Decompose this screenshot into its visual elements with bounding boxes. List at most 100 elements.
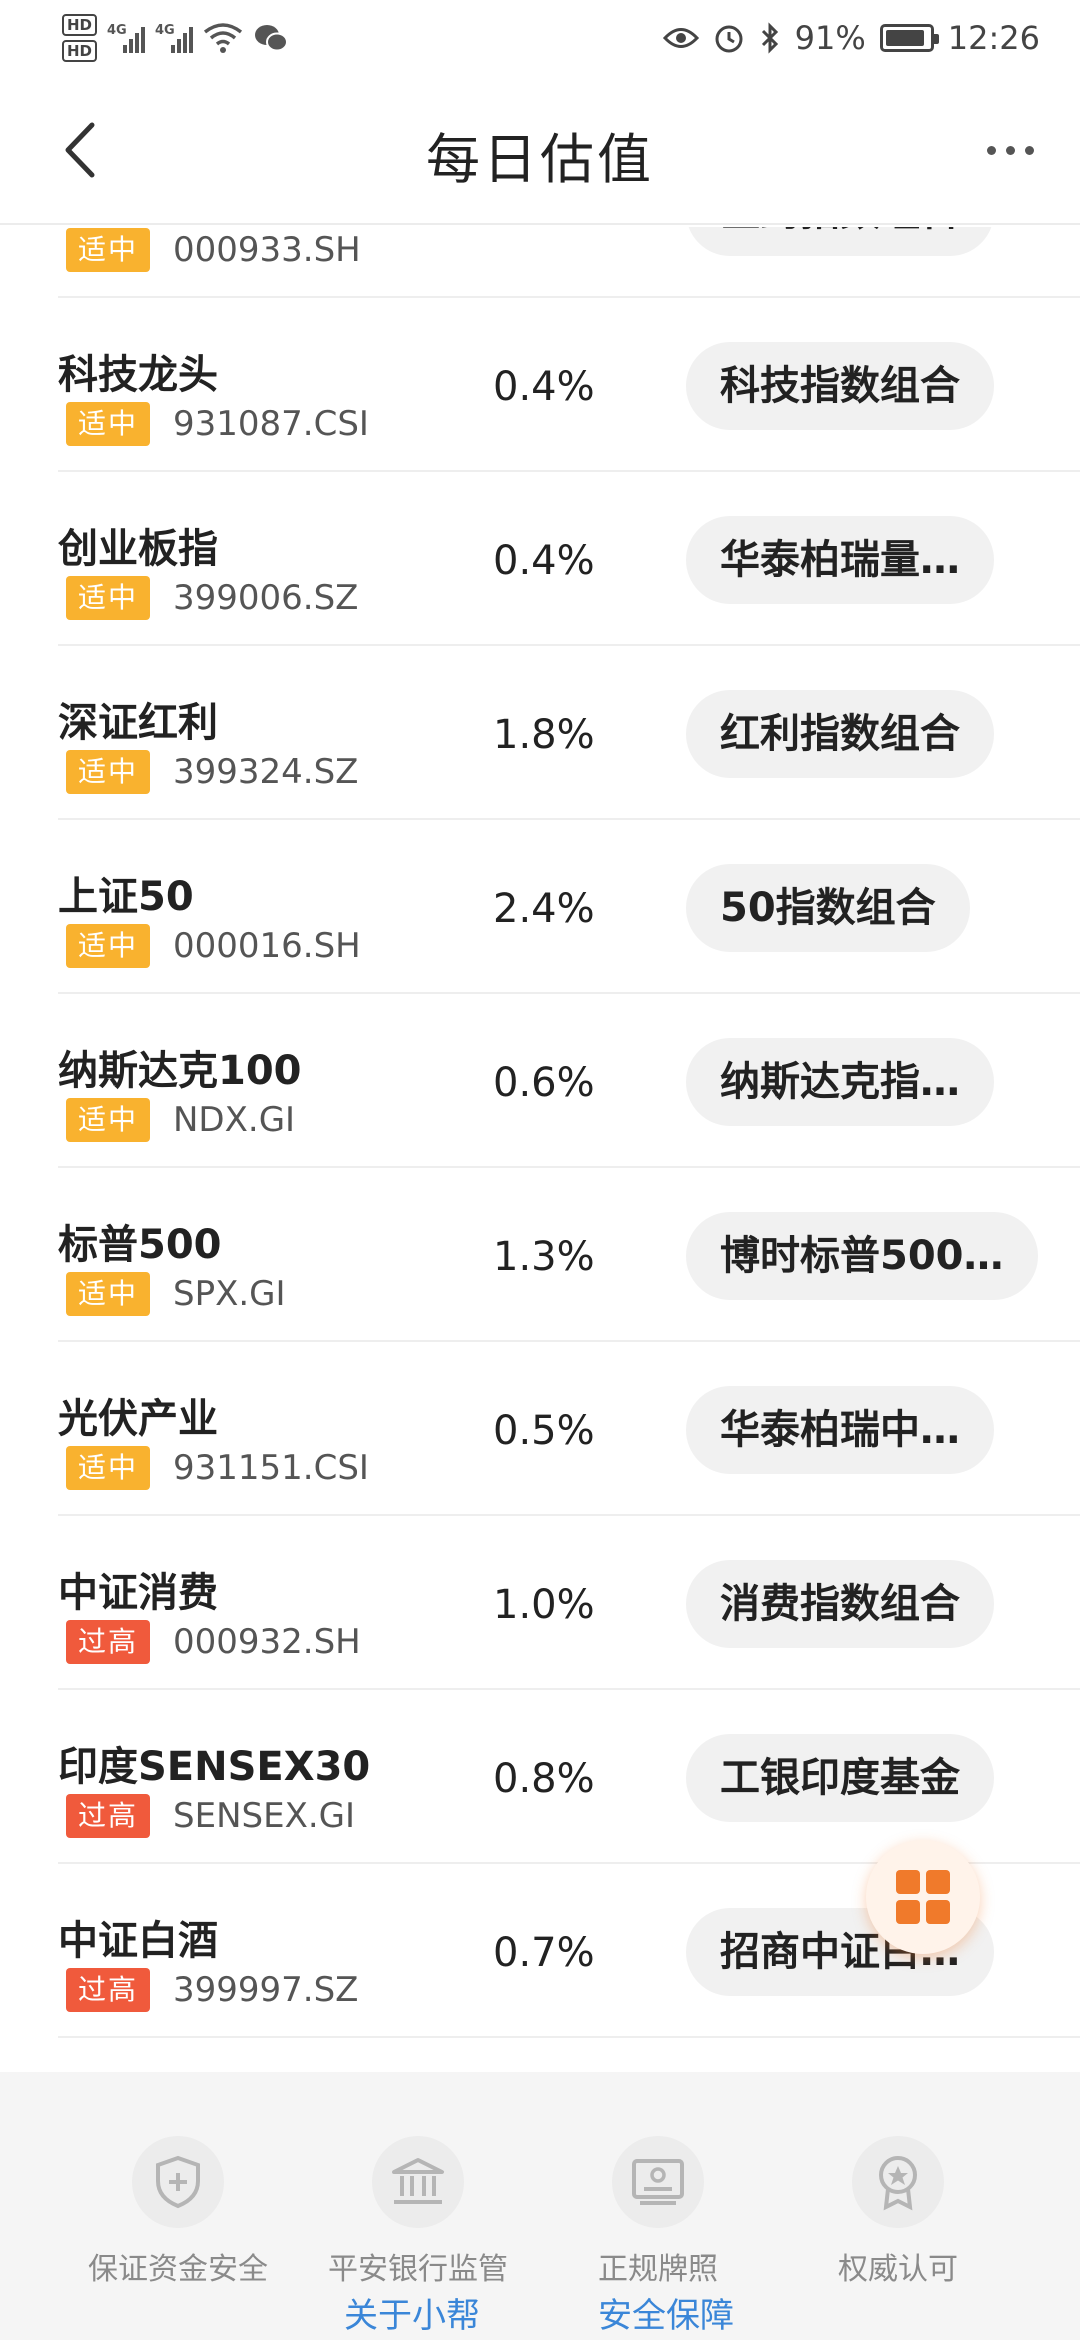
valuation-row[interactable]: 中证消费 过高 000932.SH 1.0% 消费指数组合: [58, 1516, 1080, 1690]
index-code: 000016.SH: [173, 926, 361, 966]
product-button[interactable]: 博时标普500…: [686, 1212, 1038, 1300]
valuation-tag: 适中: [66, 1446, 150, 1490]
index-code: 931087.CSI: [173, 404, 369, 444]
dividend-yield: 0.6%: [493, 227, 595, 236]
hd-icon: HD: [62, 14, 98, 36]
valuation-row[interactable]: 上证50 适中 000016.SH 2.4% 50指数组合: [58, 820, 1080, 994]
license-icon: [612, 2136, 704, 2228]
index-code: 399006.SZ: [173, 578, 359, 618]
index-name: 光伏产业: [58, 1396, 218, 1442]
shield-plus-icon: [132, 2136, 224, 2228]
badge-authority: 权威认可: [778, 2136, 1018, 2288]
badge-label: 权威认可: [838, 2252, 958, 2287]
index-name: 科技龙头: [58, 352, 218, 398]
more-dot: [1005, 145, 1015, 155]
security-link[interactable]: 安全保障: [598, 2288, 734, 2337]
valuation-row[interactable]: 创业板指 适中 399006.SZ 0.4% 华泰柏瑞量…: [58, 472, 1080, 646]
dividend-yield: 0.4%: [493, 538, 595, 584]
index-name: 中证白酒: [58, 1918, 218, 1964]
more-dot: [1024, 145, 1034, 155]
index-code: 000932.SH: [173, 1622, 361, 1662]
index-code: 931151.CSI: [173, 1448, 369, 1488]
valuation-row[interactable]: 印度SENSEX30 过高 SENSEX.GI 0.8% 工银印度基金: [58, 1690, 1080, 1864]
product-button[interactable]: 华泰柏瑞量…: [686, 516, 994, 604]
valuation-row[interactable]: 光伏产业 适中 931151.CSI 0.5% 华泰柏瑞中…: [58, 1342, 1080, 1516]
dividend-yield: 0.4%: [493, 364, 595, 410]
product-button[interactable]: 消费指数组合: [686, 1560, 994, 1648]
valuation-tag: 适中: [66, 228, 150, 272]
wifi-icon: [203, 23, 243, 53]
badge-license: 正规牌照: [538, 2136, 778, 2288]
trust-badges: 保证资金安全 平安银行监管 正规牌照 权威认可: [0, 2136, 1080, 2288]
award-icon: [852, 2136, 944, 2228]
valuation-tag: 适中: [66, 750, 150, 794]
valuation-row[interactable]: 中证医药适中000933.SH0.6%医药指数组合: [58, 227, 1080, 298]
grid-icon: [896, 1870, 950, 1924]
index-name: 纳斯达克100: [58, 1048, 302, 1094]
badge-label: 平安银行监管: [328, 2252, 508, 2287]
product-button[interactable]: 医药指数组合: [686, 227, 994, 256]
network-type-label: 4G: [155, 23, 175, 38]
hd-indicators: HD HD: [62, 14, 98, 62]
valuation-tag: 适中: [66, 402, 150, 446]
page-title: 每日估值: [426, 128, 654, 191]
index-name: 上证50: [58, 874, 194, 920]
about-link[interactable]: 关于小帮: [344, 2288, 480, 2337]
status-bar: HD HD 4G 4G 91% 12:26: [0, 0, 1080, 75]
valuation-row[interactable]: 纳斯达克100 适中 NDX.GI 0.6% 纳斯达克指…: [58, 994, 1080, 1168]
valuation-list[interactable]: 中证医药适中000933.SH0.6%医药指数组合科技龙头适中931087.CS…: [0, 227, 1080, 2072]
valuation-tag: 适中: [66, 576, 150, 620]
floating-menu-button[interactable]: [866, 1840, 980, 1954]
more-dot: [986, 145, 996, 155]
battery-percent: 91%: [794, 19, 866, 57]
product-button[interactable]: 工银印度基金: [686, 1734, 994, 1822]
dividend-yield: 2.4%: [493, 886, 595, 932]
trust-footer: 保证资金安全 平安银行监管 正规牌照 权威认可 关于小帮 安全保障: [0, 2072, 1080, 2340]
network-type-label: 4G: [107, 23, 127, 38]
dividend-yield: 1.0%: [493, 1582, 595, 1628]
index-code: SENSEX.GI: [173, 1796, 356, 1836]
dividend-yield: 0.6%: [493, 1060, 595, 1106]
more-options-button[interactable]: [970, 125, 1050, 175]
index-code: SPX.GI: [173, 1274, 286, 1314]
status-left: HD HD 4G 4G: [62, 8, 289, 68]
status-right: 91% 12:26: [662, 8, 1040, 68]
alarm-icon: [715, 25, 743, 53]
valuation-tag: 过高: [66, 1968, 150, 2012]
index-name: 标普500: [58, 1222, 222, 1268]
badge-fund-safety: 保证资金安全: [58, 2136, 298, 2288]
signal-icon: 4G: [107, 23, 146, 53]
dividend-yield: 1.3%: [493, 1234, 595, 1280]
index-name: 印度SENSEX30: [58, 1744, 371, 1790]
dividend-yield: 0.7%: [493, 1930, 595, 1976]
nav-header: 每日估值: [0, 75, 1080, 225]
bank-icon: [372, 2136, 464, 2228]
dividend-yield: 0.5%: [493, 1408, 595, 1454]
index-name: 深证红利: [58, 700, 218, 746]
badge-bank-supervision: 平安银行监管: [298, 2136, 538, 2288]
bluetooth-icon: [761, 22, 778, 54]
product-button[interactable]: 纳斯达克指…: [686, 1038, 994, 1126]
index-code: 399324.SZ: [173, 752, 359, 792]
index-name: 创业板指: [58, 526, 218, 572]
product-button[interactable]: 华泰柏瑞中…: [686, 1386, 994, 1474]
badge-label: 保证资金安全: [88, 2252, 268, 2287]
product-button[interactable]: 红利指数组合: [686, 690, 994, 778]
product-button[interactable]: 50指数组合: [686, 864, 970, 952]
valuation-tag: 适中: [66, 1272, 150, 1316]
index-code: NDX.GI: [173, 1100, 296, 1140]
valuation-tag: 适中: [66, 924, 150, 968]
valuation-row[interactable]: 科技龙头 适中 931087.CSI 0.4% 科技指数组合: [58, 298, 1080, 472]
valuation-row[interactable]: 标普500 适中 SPX.GI 1.3% 博时标普500…: [58, 1168, 1080, 1342]
wechat-icon: [255, 25, 289, 52]
index-code: 000933.SH: [173, 230, 361, 270]
valuation-tag: 适中: [66, 1098, 150, 1142]
valuation-row[interactable]: 深证红利 适中 399324.SZ 1.8% 红利指数组合: [58, 646, 1080, 820]
badge-label: 正规牌照: [598, 2252, 718, 2287]
dividend-yield: 1.8%: [493, 712, 595, 758]
dividend-yield: 0.8%: [493, 1756, 595, 1802]
valuation-tag: 过高: [66, 1620, 150, 1664]
product-button[interactable]: 科技指数组合: [686, 342, 994, 430]
clock: 12:26: [947, 19, 1040, 57]
hd-icon: HD: [62, 40, 98, 62]
